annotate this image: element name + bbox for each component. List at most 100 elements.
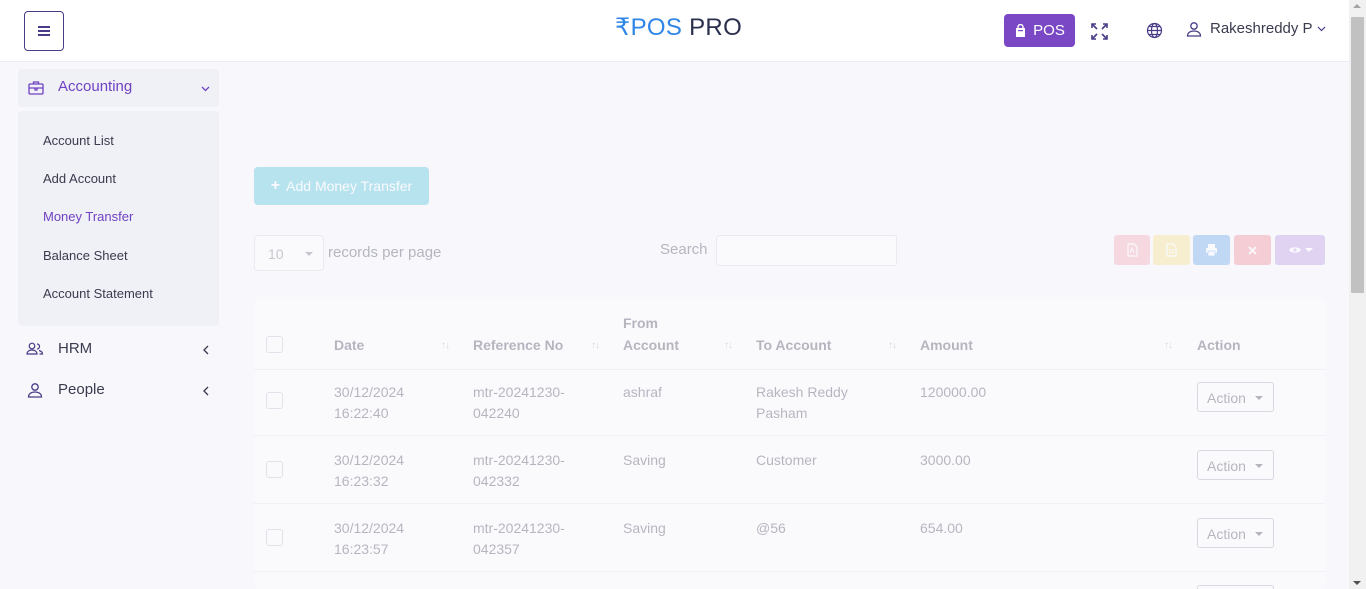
caret-down-icon (1255, 464, 1263, 468)
time-cell: 16:23:57 (334, 541, 389, 557)
reference-cell-suffix: 042240 (473, 405, 520, 421)
clear-button[interactable] (1234, 235, 1271, 265)
sidebar-item-add-account[interactable]: Add Account (43, 171, 116, 186)
row-checkbox[interactable] (266, 461, 283, 478)
sidebar-item-account-list[interactable]: Account List (43, 133, 114, 148)
caret-down-icon (1255, 532, 1263, 536)
user-menu[interactable]: Rakeshreddy P (1186, 20, 1326, 37)
sort-icon: ↑↓ (888, 340, 897, 351)
sort-icon: ↑↓ (1164, 340, 1173, 351)
column-header-action: Action (1197, 337, 1241, 353)
select-all-checkbox[interactable] (266, 336, 283, 353)
caret-down-icon (1304, 248, 1313, 252)
divider (254, 369, 1325, 370)
sidebar-item-people[interactable]: People (18, 376, 219, 406)
to-account-cell: @56 (756, 520, 786, 536)
column-header-reference[interactable]: Reference No (473, 337, 563, 353)
row-action-button[interactable]: Action (1197, 518, 1274, 548)
sidebar-item-label: Accounting (58, 78, 133, 95)
time-cell: 16:23:32 (334, 473, 389, 489)
column-header-date[interactable]: Date (334, 337, 364, 353)
close-icon (1248, 246, 1257, 255)
caret-down-icon (1255, 396, 1263, 400)
reference-cell: mtr-20241230- (473, 384, 565, 400)
caret-down-icon (305, 252, 313, 256)
eye-icon (1288, 247, 1301, 253)
column-header-from-line2[interactable]: Account (623, 337, 679, 353)
amount-cell: 654.00 (920, 520, 963, 536)
sidebar-item-account-statement[interactable]: Account Statement (43, 286, 153, 301)
scroll-down-arrow-icon[interactable] (1353, 581, 1361, 585)
add-money-transfer-label: Add Money Transfer (286, 178, 413, 194)
users-icon (26, 342, 44, 355)
print-button[interactable] (1193, 235, 1230, 265)
user-icon (27, 383, 43, 398)
sidebar-item-hrm[interactable]: HRM (18, 335, 219, 365)
briefcase-icon (28, 81, 44, 95)
pos-button-label: POS (1033, 22, 1065, 39)
search-label: Search (660, 241, 708, 258)
reference-cell: mtr-20241230- (473, 520, 565, 536)
column-header-to-account[interactable]: To Account (756, 337, 831, 353)
sidebar-item-label: HRM (58, 340, 93, 357)
scrollbar-thumb[interactable] (1351, 17, 1364, 293)
add-money-transfer-button[interactable]: + Add Money Transfer (254, 167, 429, 205)
date-cell: 30/12/2024 (334, 452, 405, 468)
action-label: Action (1207, 526, 1246, 542)
brand-logo[interactable]: ₹POS PRO (615, 13, 742, 42)
reference-cell-suffix: 042357 (473, 541, 520, 557)
column-header-from-line1[interactable]: From (623, 315, 658, 331)
column-visibility-button[interactable] (1275, 235, 1325, 265)
reference-cell-suffix: 042332 (473, 473, 520, 489)
accounting-submenu: Account List Add Account Money Transfer … (18, 111, 219, 326)
sidebar-item-money-transfer[interactable]: Money Transfer (43, 209, 133, 224)
from-account-cell: ashraf (623, 384, 662, 400)
divider (254, 503, 1325, 504)
file-icon (1166, 243, 1177, 257)
divider (254, 571, 1325, 572)
date-cell: 30/12/2024 (334, 384, 405, 400)
chevron-down-icon (1317, 26, 1325, 31)
sort-icon: ↑↓ (724, 340, 733, 351)
chevron-left-icon (203, 345, 209, 355)
sidebar-item-balance-sheet[interactable]: Balance Sheet (43, 248, 128, 263)
plus-icon: + (270, 177, 281, 194)
row-checkbox[interactable] (266, 529, 283, 546)
brand-name-part2: PRO (682, 14, 743, 41)
user-name: Rakeshreddy P (1210, 20, 1313, 37)
sidebar-toggle-button[interactable] (24, 11, 64, 51)
sidebar: Accounting Account List Add Account Mone… (0, 63, 236, 589)
scroll-up-arrow-icon[interactable] (1353, 4, 1361, 8)
row-action-button[interactable]: Action (1197, 382, 1274, 412)
globe-icon[interactable] (1146, 22, 1163, 39)
to-account-cell: Rakesh Reddy (756, 384, 848, 400)
page-scrollbar[interactable] (1349, 0, 1366, 589)
file-pdf-icon (1126, 243, 1138, 257)
column-header-amount[interactable]: Amount (920, 337, 973, 353)
print-icon (1206, 244, 1217, 257)
brand-name-part1: ₹POS (615, 14, 683, 41)
records-per-page-select[interactable]: 10 (254, 235, 324, 271)
records-per-page-value: 10 (268, 246, 284, 262)
from-account-cell: Saving (623, 452, 666, 468)
top-navbar: ₹POS PRO POS Rakeshreddy P (0, 0, 1349, 62)
row-action-button[interactable] (1197, 585, 1274, 589)
row-action-button[interactable]: Action (1197, 450, 1274, 480)
date-cell: 30/12/2024 (334, 520, 405, 536)
action-label: Action (1207, 458, 1246, 474)
sidebar-item-accounting[interactable]: Accounting (18, 69, 219, 107)
menu-icon (38, 26, 50, 36)
fullscreen-icon[interactable] (1091, 23, 1108, 40)
sidebar-item-label: People (58, 381, 105, 398)
sort-icon: ↑↓ (441, 340, 450, 351)
export-csv-button[interactable] (1153, 235, 1190, 265)
to-account-cell: Customer (756, 452, 817, 468)
export-pdf-button[interactable] (1114, 235, 1150, 265)
search-input[interactable] (716, 235, 897, 266)
row-checkbox[interactable] (266, 392, 283, 409)
action-label: Action (1207, 390, 1246, 406)
from-account-cell: Saving (623, 520, 666, 536)
pos-button[interactable]: POS (1004, 14, 1075, 47)
money-transfer-table: Date ↑↓ Reference No ↑↓ From Account ↑↓ … (254, 299, 1325, 589)
reference-cell: mtr-20241230- (473, 452, 565, 468)
